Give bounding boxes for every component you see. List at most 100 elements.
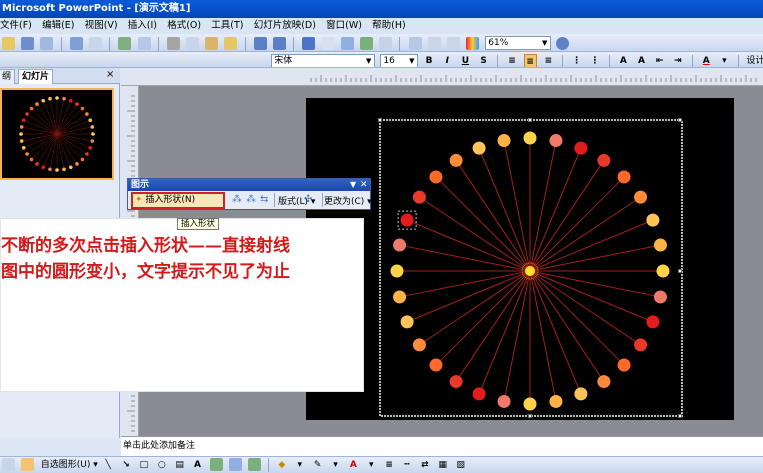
bullets-icon[interactable]: ⋮ — [588, 54, 601, 67]
picture-icon[interactable] — [247, 458, 261, 471]
permission-icon[interactable] — [40, 37, 54, 50]
diagram-node[interactable] — [449, 153, 463, 167]
wordart-icon[interactable]: A — [191, 458, 204, 472]
resize-handle[interactable] — [678, 414, 682, 418]
grid-icon[interactable] — [446, 37, 460, 50]
hyperlink-icon[interactable] — [302, 37, 316, 50]
align-center-icon[interactable]: ≡ — [523, 54, 537, 67]
autoformat-icon[interactable]: ✣ — [304, 194, 312, 205]
diagram-node[interactable] — [412, 338, 426, 352]
line-style-icon[interactable]: ≡ — [383, 458, 396, 472]
diagram-node[interactable] — [400, 315, 414, 329]
diagram-node[interactable] — [390, 264, 404, 278]
print-icon[interactable] — [69, 37, 83, 50]
select-objects-icon[interactable] — [20, 458, 34, 471]
undo-icon[interactable] — [253, 37, 267, 50]
tab-slides[interactable]: 幻灯片 — [18, 69, 54, 84]
align-left-icon[interactable]: ≡ — [506, 54, 519, 67]
notes-pane[interactable]: 单击此处添加备注 — [121, 436, 763, 456]
arrow-icon[interactable]: ↘ — [120, 458, 133, 472]
diagram-node[interactable] — [634, 190, 648, 204]
menu-format[interactable]: 格式(O) — [167, 18, 208, 34]
diagram-node[interactable] — [549, 394, 563, 408]
underline-button[interactable]: U — [459, 54, 472, 67]
increase-indent-icon[interactable]: ⇥ — [671, 54, 684, 67]
show-formatting-icon[interactable] — [427, 37, 441, 50]
resize-handle[interactable] — [378, 118, 382, 122]
diagram-node[interactable] — [597, 153, 611, 167]
shadow-button[interactable]: S — [477, 54, 490, 67]
diagram-node[interactable] — [646, 213, 660, 227]
shadow-style-icon[interactable]: ▦ — [436, 458, 449, 472]
insert-chart-icon[interactable] — [340, 37, 354, 50]
move-shape-back-icon[interactable]: ⁂ — [232, 194, 242, 205]
decrease-font-icon[interactable]: A — [635, 54, 648, 67]
insert-slide-icon[interactable] — [379, 37, 393, 50]
change-to-button[interactable]: 更改为(C) ▾ — [324, 194, 372, 207]
diagram-toolbar-title[interactable]: 图示 ▼ ✕ — [128, 179, 370, 191]
zoom-select[interactable]: 61% ▼ — [485, 36, 552, 50]
font-select[interactable]: 宋体 ▼ — [271, 54, 376, 67]
diagram-node[interactable] — [497, 394, 511, 408]
diagram-node[interactable] — [646, 315, 660, 329]
resize-handle[interactable] — [678, 118, 682, 122]
diagram-node[interactable] — [549, 134, 563, 148]
dash-style-icon[interactable]: ┅ — [401, 458, 414, 472]
menu-tools[interactable]: 工具(T) — [211, 18, 250, 34]
resize-handle[interactable] — [528, 414, 532, 418]
spelling-icon[interactable] — [118, 37, 132, 50]
reverse-diagram-icon[interactable]: ⇆ — [260, 194, 268, 205]
slide[interactable] — [306, 98, 734, 420]
radial-diagram[interactable] — [306, 98, 734, 420]
diagram-icon[interactable] — [209, 458, 223, 471]
menu-help[interactable]: 帮助(H) — [372, 18, 413, 34]
chevron-down-icon[interactable]: ▾ — [293, 458, 306, 472]
rectangle-icon[interactable]: □ — [137, 458, 150, 472]
textbox-icon[interactable]: ▤ — [173, 458, 186, 472]
bold-button[interactable]: B — [423, 54, 436, 67]
design-button[interactable]: 设计(S) — [746, 54, 763, 67]
diagram-node[interactable] — [523, 397, 537, 411]
expand-all-icon[interactable] — [408, 37, 422, 50]
menu-file[interactable]: 文件(F) — [0, 18, 39, 34]
copy-icon[interactable] — [186, 37, 200, 50]
arrow-style-icon[interactable]: ⇄ — [418, 458, 431, 472]
diagram-node[interactable] — [634, 338, 648, 352]
diagram-node[interactable] — [653, 238, 667, 252]
help-icon[interactable] — [556, 37, 570, 50]
chevron-down-icon[interactable]: ▾ — [718, 54, 731, 67]
menu-edit[interactable]: 编辑(E) — [42, 18, 81, 34]
chevron-down-icon[interactable]: ▾ — [365, 458, 378, 472]
table-icon[interactable] — [321, 37, 335, 50]
move-shape-forward-icon[interactable]: ⁂ — [246, 194, 256, 205]
numbering-icon[interactable]: ⋮ — [570, 54, 583, 67]
diagram-node[interactable] — [429, 358, 443, 372]
redo-icon[interactable] — [273, 37, 286, 50]
close-icon[interactable]: × — [106, 69, 114, 80]
fill-color-icon[interactable]: ◆ — [275, 458, 288, 472]
3d-style-icon[interactable]: ▧ — [454, 458, 467, 472]
diagram-node[interactable] — [617, 170, 631, 184]
print-preview-icon[interactable] — [88, 37, 102, 50]
diagram-node[interactable] — [574, 141, 588, 155]
oval-icon[interactable]: ○ — [155, 458, 168, 472]
diagram-node[interactable] — [449, 375, 463, 389]
draw-menu-icon[interactable] — [2, 458, 15, 471]
open-icon[interactable] — [2, 37, 15, 50]
menu-window[interactable]: 窗口(W) — [326, 18, 369, 34]
diagram-node[interactable] — [656, 264, 670, 278]
diagram-node[interactable] — [412, 190, 426, 204]
increase-font-icon[interactable]: A — [617, 54, 630, 67]
close-icon[interactable]: ✕ — [360, 179, 368, 191]
line-color-icon[interactable]: ✎ — [311, 458, 324, 472]
diagram-node[interactable] — [497, 134, 511, 148]
cut-icon[interactable] — [166, 37, 180, 50]
insert-picture-icon[interactable] — [359, 37, 373, 50]
font-color-icon[interactable]: A — [347, 458, 360, 472]
menu-view[interactable]: 视图(V) — [85, 18, 125, 34]
center-node[interactable] — [525, 266, 535, 276]
align-right-icon[interactable]: ≡ — [542, 54, 555, 67]
chevron-down-icon[interactable]: ▾ — [329, 458, 342, 472]
paste-icon[interactable] — [205, 37, 219, 50]
diagram-node[interactable] — [574, 387, 588, 401]
